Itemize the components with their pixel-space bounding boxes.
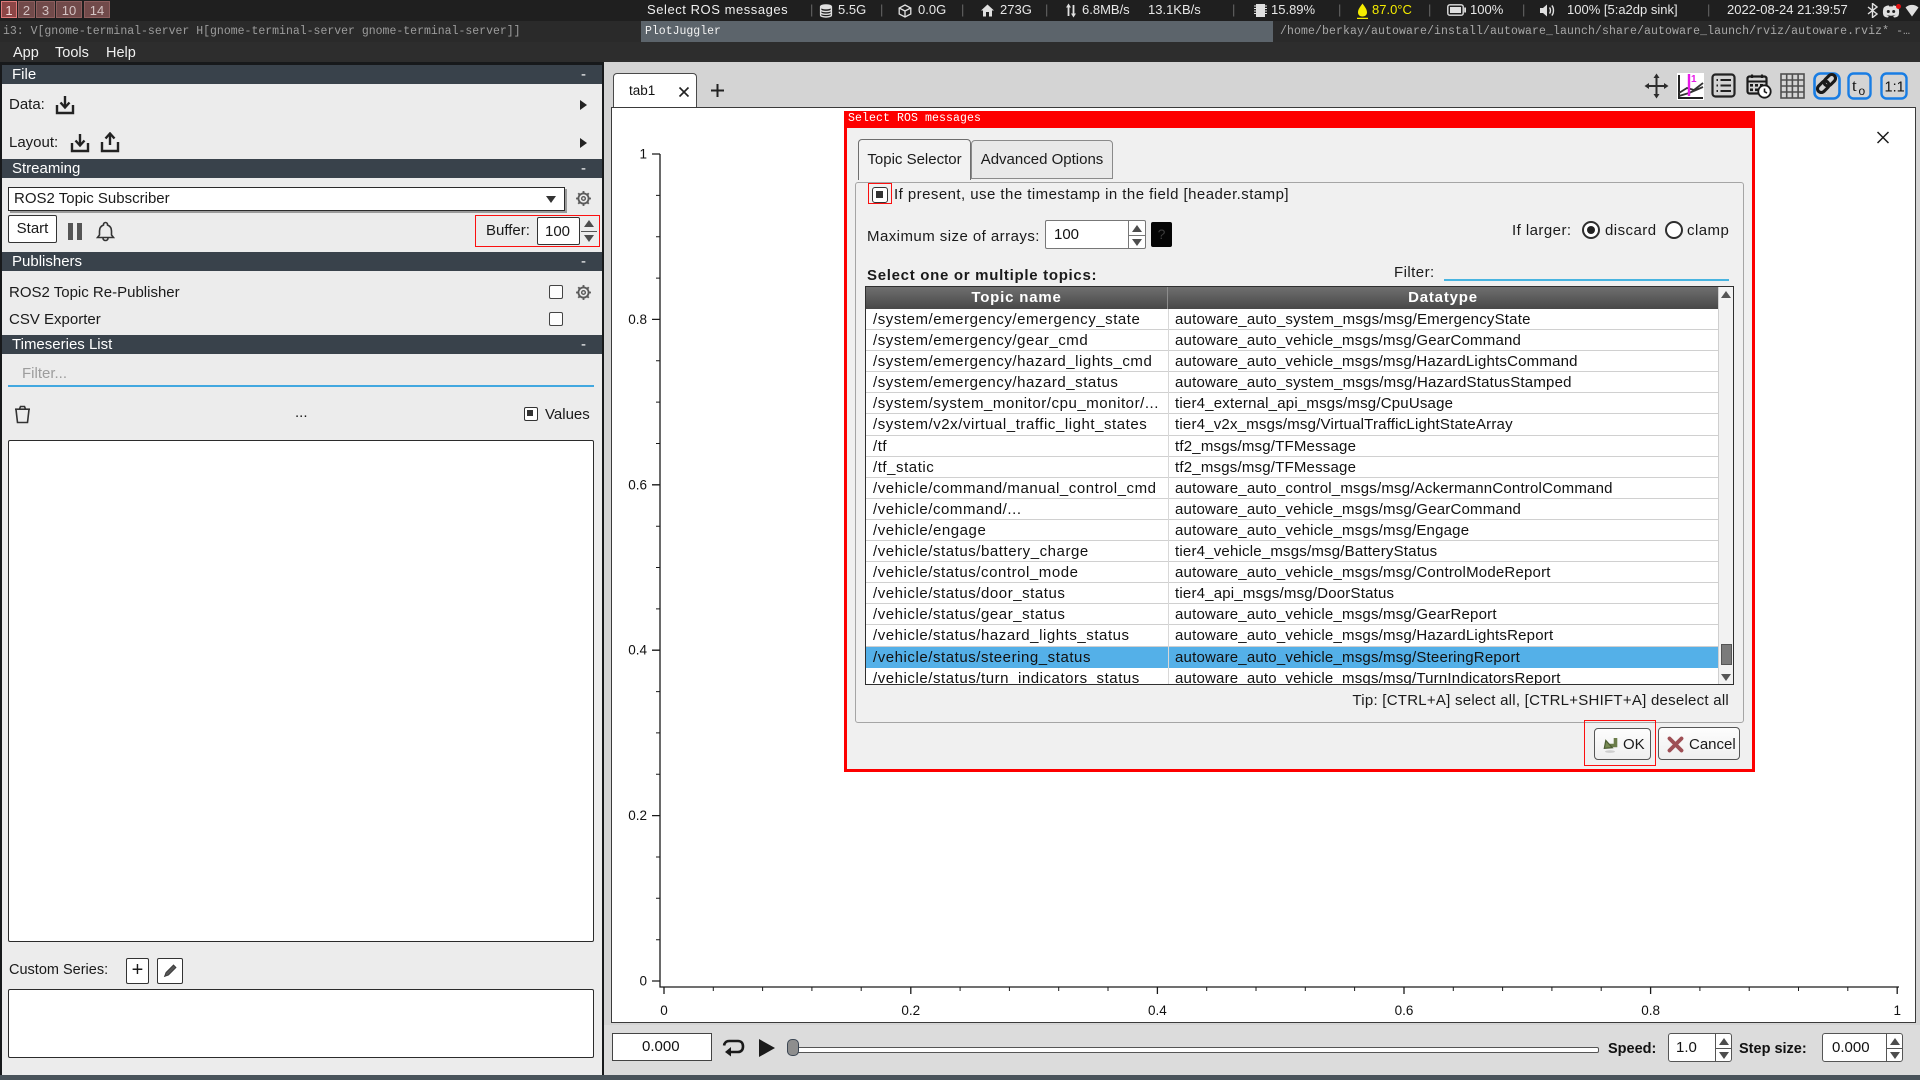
svg-text:0.6: 0.6 (1395, 1003, 1414, 1018)
svg-text:0: 0 (639, 974, 647, 989)
svg-text:1: 1 (639, 147, 647, 162)
svg-text:0.8: 0.8 (628, 312, 647, 327)
svg-text:0.4: 0.4 (628, 643, 647, 658)
svg-text:0.8: 0.8 (1641, 1003, 1660, 1018)
svg-text:o: o (1859, 84, 1866, 98)
svg-text:1: 1 (1691, 74, 1697, 85)
svg-text:t: t (1852, 76, 1857, 95)
svg-text:0.2: 0.2 (628, 808, 647, 823)
svg-text:0: 0 (660, 1003, 668, 1018)
svg-text:0.2: 0.2 (901, 1003, 920, 1018)
svg-text:0.4: 0.4 (1148, 1003, 1167, 1018)
svg-text:0.6: 0.6 (628, 477, 647, 492)
svg-text:1:1: 1:1 (1885, 80, 1905, 96)
svg-text:1: 1 (1893, 1003, 1901, 1018)
